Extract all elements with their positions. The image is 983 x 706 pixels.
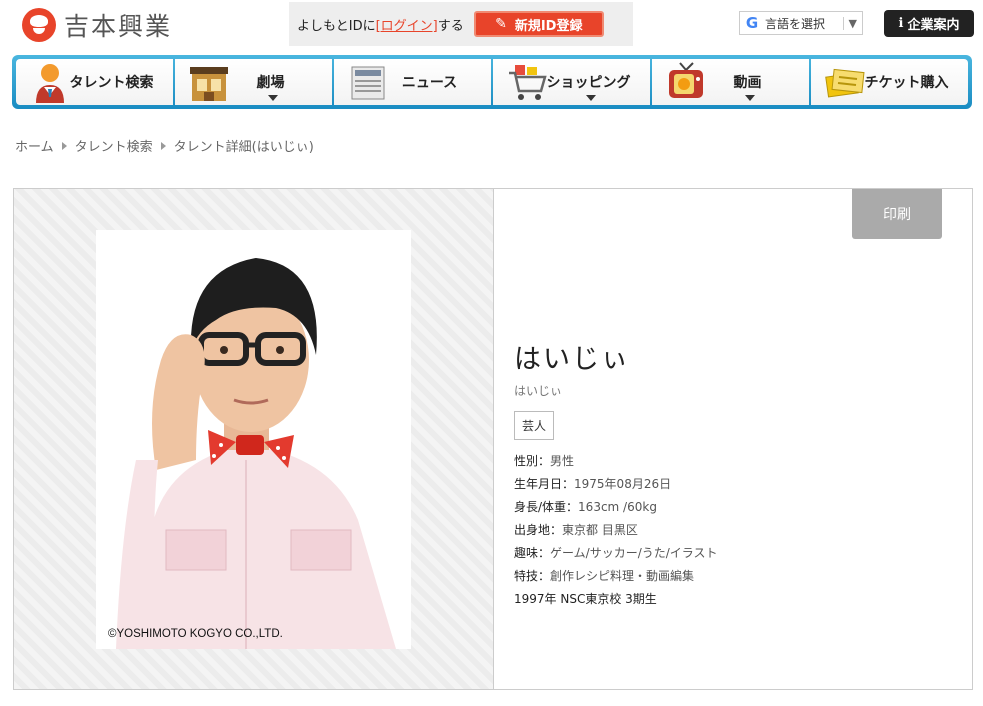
nav-label: ショッピング — [546, 75, 631, 91]
detail-birthday: 生年月日：1975年08月26日 — [514, 473, 718, 496]
corporate-info-label: 企業案内 — [907, 18, 960, 33]
portrait-illustration — [96, 230, 411, 649]
logo-smile-icon — [22, 8, 56, 42]
talent-name: はいじぃ — [514, 344, 630, 375]
login-text: よしもとIDに[ログイン]する — [297, 15, 464, 34]
photo-credit: ©YOSHIMOTO KOGYO CO.,LTD. — [108, 628, 283, 640]
news-icon — [351, 66, 385, 100]
detail-birthplace: 出身地：東京都 目黒区 — [514, 519, 718, 542]
talent-icon — [36, 64, 64, 103]
detail-value: ゲーム/サッカー/うた/イラスト — [550, 546, 718, 560]
language-select[interactable]: G 言語を選択 ▼ — [739, 11, 863, 35]
breadcrumb-talent-search[interactable]: タレント検索 — [75, 136, 153, 155]
profile-photo: ©YOSHIMOTO KOGYO CO.,LTD. — [96, 230, 411, 649]
nav-label: タレント検索 — [69, 75, 154, 91]
language-select-label: 言語を選択 — [765, 16, 826, 31]
detail-value: 創作レシピ料理・動画編集 — [550, 569, 695, 583]
ticket-icon — [825, 68, 865, 98]
breadcrumb-separator-icon — [61, 141, 67, 150]
detail-value: 1975年08月26日 — [574, 477, 672, 491]
site-logo[interactable]: 吉本興業 — [22, 8, 172, 42]
photo-panel: ©YOSHIMOTO KOGYO CO.,LTD. — [14, 189, 494, 689]
login-suffix: する — [437, 18, 464, 34]
corporate-info-button[interactable]: ℹ 企業案内 — [884, 10, 974, 37]
pencil-icon: ✎ — [495, 16, 507, 32]
cart-icon — [509, 65, 547, 100]
breadcrumb-home[interactable]: ホーム — [15, 136, 54, 155]
detail-label: 出身地： — [514, 523, 563, 537]
detail-label: 趣味： — [514, 546, 551, 560]
detail-label: 身長/体重： — [514, 500, 579, 514]
detail-value: 東京都 目黒区 — [562, 523, 638, 537]
caret-down-icon — [585, 95, 596, 101]
login-prefix: よしもとIDに — [297, 18, 376, 34]
detail-label: 特技： — [514, 569, 551, 583]
detail-gender: 性別：男性 — [514, 450, 718, 473]
logo-text: 吉本興業 — [64, 12, 173, 41]
detail-skills: 特技：創作レシピ料理・動画編集 — [514, 565, 718, 588]
main-nav: タレント検索 劇場 ニュース ショッピング 動画 チケット購入 — [12, 55, 972, 109]
chevron-down-icon: ▼ — [842, 16, 862, 30]
detail-height-weight: 身長/体重：163cm /60kg — [514, 496, 718, 519]
nav-label: チケット購入 — [864, 75, 949, 91]
breadcrumb: ホーム タレント検索 タレント詳細(はいじぃ) — [15, 136, 314, 155]
theater-icon — [190, 67, 228, 101]
login-bar: よしもとIDに[ログイン]する ✎ 新規ID登録 — [289, 2, 633, 46]
detail-hobbies: 趣味：ゲーム/サッカー/うた/イラスト — [514, 542, 718, 565]
nav-label: ニュース — [401, 75, 458, 91]
detail-value: 163cm /60kg — [578, 500, 657, 514]
detail-value: 男性 — [550, 454, 575, 468]
nav-label: 動画 — [733, 75, 762, 91]
nav-label: 劇場 — [256, 75, 285, 91]
talent-name-kana: はいじぃ — [514, 384, 563, 398]
profile-info: はいじぃ はいじぃ 芸人 性別：男性 生年月日：1975年08月26日 身長/体… — [514, 337, 718, 611]
nav-item-video[interactable]: 動画 — [652, 59, 809, 105]
category-tag[interactable]: 芸人 — [514, 411, 555, 440]
detail-value: 1997年 NSC東京校 3期生 — [514, 592, 657, 606]
nav-item-tickets[interactable]: チケット購入 — [811, 59, 968, 105]
detail-label: 生年月日： — [514, 477, 575, 491]
profile-card: ©YOSHIMOTO KOGYO CO.,LTD. 印刷 はいじぃ はいじぃ 芸… — [13, 188, 973, 690]
detail-nsc: 1997年 NSC東京校 3期生 — [514, 588, 718, 611]
nav-item-news[interactable]: ニュース — [334, 59, 491, 105]
caret-down-icon — [744, 95, 755, 101]
tv-icon — [669, 62, 703, 98]
google-icon: G — [745, 14, 759, 32]
nav-item-shopping[interactable]: ショッピング — [493, 59, 650, 105]
breadcrumb-separator-icon — [160, 141, 166, 150]
print-button[interactable]: 印刷 — [852, 189, 942, 239]
nav-item-theater[interactable]: 劇場 — [175, 59, 332, 105]
login-link[interactable]: [ログイン] — [376, 19, 438, 34]
register-label: 新規ID登録 — [514, 18, 583, 34]
register-button[interactable]: ✎ 新規ID登録 — [473, 11, 604, 37]
nav-item-talent-search[interactable]: タレント検索 — [16, 59, 173, 105]
info-icon: ℹ — [898, 16, 904, 31]
breadcrumb-current: タレント詳細(はいじぃ) — [173, 140, 314, 155]
caret-down-icon — [267, 95, 278, 101]
detail-label: 性別： — [514, 454, 551, 468]
profile-details: 性別：男性 生年月日：1975年08月26日 身長/体重：163cm /60kg… — [514, 450, 718, 611]
